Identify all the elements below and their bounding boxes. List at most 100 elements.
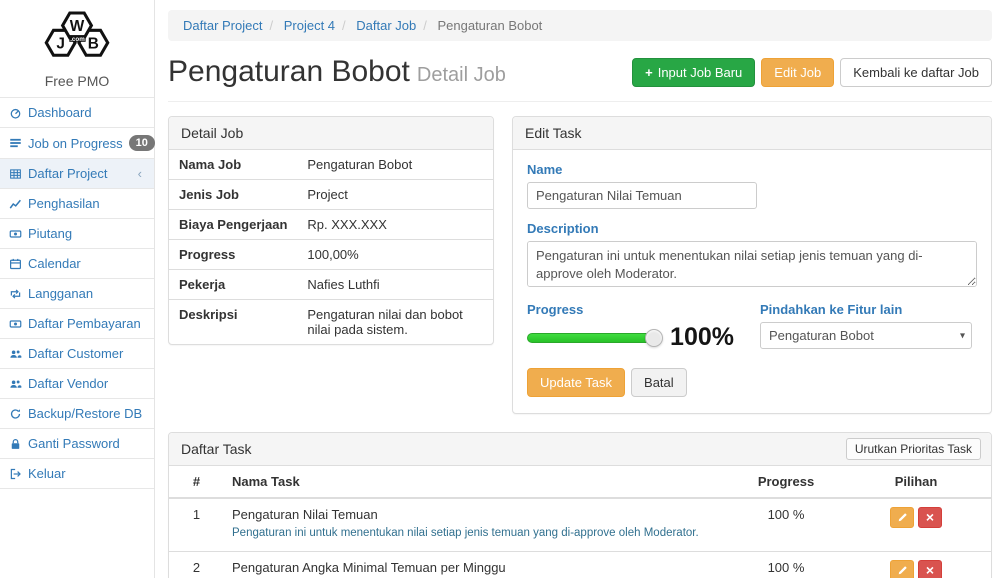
page-subtitle: Detail Job bbox=[417, 64, 506, 86]
name-label: Name bbox=[527, 162, 977, 177]
refresh-icon bbox=[8, 407, 22, 420]
detail-label: Jenis Job bbox=[169, 180, 297, 210]
breadcrumb-current: Pengaturan Bobot bbox=[416, 18, 542, 33]
logo: J W B .com Free PMO bbox=[0, 0, 154, 97]
task-name: Pengaturan Nilai Temuan bbox=[232, 507, 723, 522]
delete-x-icon bbox=[926, 510, 934, 525]
task-table-header-row: # Nama Task Progress Pilihan bbox=[169, 466, 991, 498]
sign-out-icon bbox=[8, 467, 22, 480]
progress-slider-handle[interactable] bbox=[645, 329, 663, 347]
plus-icon: + bbox=[645, 65, 653, 80]
task-progress: 100 % bbox=[731, 498, 841, 551]
daftar-task-panel-title: Daftar Task bbox=[181, 441, 252, 457]
column-header-name: Nama Task bbox=[224, 466, 731, 498]
jwb-logo-icon: J W B .com bbox=[29, 6, 125, 68]
page-header: Pengaturan BobotDetail Job + Input Job B… bbox=[168, 51, 992, 102]
edit-task-panel: Edit Task Name Description Pengaturan in… bbox=[512, 116, 992, 414]
table-row: Biaya Pengerjaan Rp. XXX.XXX bbox=[169, 210, 493, 240]
breadcrumb-daftar-project[interactable]: Daftar Project bbox=[183, 18, 262, 33]
edit-task-button[interactable] bbox=[890, 507, 914, 528]
task-num: 1 bbox=[169, 498, 224, 551]
sidebar-item-label: Daftar Vendor bbox=[28, 376, 108, 391]
delete-task-button[interactable] bbox=[918, 560, 942, 578]
update-task-button[interactable]: Update Task bbox=[527, 368, 625, 397]
sidebar-item-daftar-project[interactable]: Daftar Project ‹ bbox=[0, 159, 154, 189]
task-num: 2 bbox=[169, 551, 224, 578]
input-job-baru-button[interactable]: + Input Job Baru bbox=[632, 58, 755, 87]
detail-job-panel: Detail Job Nama Job Pengaturan Bobot Jen… bbox=[168, 116, 494, 345]
sidebar-item-daftar-vendor[interactable]: Daftar Vendor bbox=[0, 369, 154, 399]
edit-task-panel-title: Edit Task bbox=[513, 117, 991, 150]
delete-x-icon bbox=[926, 563, 934, 578]
job-count-badge: 10 bbox=[129, 135, 155, 151]
sidebar-item-label: Ganti Password bbox=[28, 436, 120, 451]
sidebar-item-label: Daftar Project bbox=[28, 166, 107, 181]
task-progress: 100 % bbox=[731, 551, 841, 578]
detail-value: Pengaturan Bobot bbox=[297, 150, 493, 180]
edit-task-button[interactable] bbox=[890, 560, 914, 578]
sidebar-item-piutang[interactable]: Piutang bbox=[0, 219, 154, 249]
sidebar-item-label: Daftar Customer bbox=[28, 346, 123, 361]
breadcrumb-daftar-job[interactable]: Daftar Job bbox=[335, 18, 416, 33]
delete-task-button[interactable] bbox=[918, 507, 942, 528]
detail-job-table: Nama Job Pengaturan Bobot Jenis Job Proj… bbox=[169, 150, 493, 344]
breadcrumb: Daftar Project Project 4 Daftar Job Peng… bbox=[168, 10, 992, 41]
table-row: 2 Pengaturan Angka Minimal Temuan per Mi… bbox=[169, 551, 991, 578]
main-content: Daftar Project Project 4 Daftar Job Peng… bbox=[155, 0, 1000, 578]
table-row: Nama Job Pengaturan Bobot bbox=[169, 150, 493, 180]
pencil-icon bbox=[897, 512, 908, 523]
move-feature-select[interactable]: Pengaturan Bobot bbox=[760, 322, 972, 349]
detail-value: Project bbox=[297, 180, 493, 210]
urutkan-prioritas-button-top[interactable]: Urutkan Prioritas Task bbox=[846, 438, 981, 460]
daftar-task-panel: Daftar Task Urutkan Prioritas Task # Nam… bbox=[168, 432, 992, 578]
kembali-button[interactable]: Kembali ke daftar Job bbox=[840, 58, 992, 87]
sidebar-item-label: Backup/Restore DB bbox=[28, 406, 142, 421]
users-icon bbox=[8, 347, 22, 360]
sidebar-item-dashboard[interactable]: Dashboard bbox=[0, 98, 154, 128]
batal-button[interactable]: Batal bbox=[631, 368, 687, 397]
sidebar-item-job-on-progress[interactable]: Job on Progress 10 bbox=[0, 128, 154, 159]
money-icon bbox=[8, 227, 22, 240]
logo-dotcom: .com bbox=[70, 36, 85, 43]
progress-label: Progress bbox=[527, 302, 734, 317]
sidebar-item-keluar[interactable]: Keluar bbox=[0, 459, 154, 489]
task-name-input[interactable] bbox=[527, 182, 757, 209]
table-row: Progress 100,00% bbox=[169, 240, 493, 270]
sidebar-item-label: Job on Progress bbox=[28, 136, 123, 151]
task-table: # Nama Task Progress Pilihan 1 Pengatura… bbox=[169, 466, 991, 578]
chevron-left-icon: ‹ bbox=[138, 166, 142, 181]
detail-value: Pengaturan nilai dan bobot nilai pada si… bbox=[297, 300, 493, 345]
sidebar-nav: Dashboard Job on Progress 10 Daftar Proj… bbox=[0, 97, 154, 489]
sidebar-item-label: Daftar Pembayaran bbox=[28, 316, 141, 331]
sidebar-item-penghasilan[interactable]: Penghasilan bbox=[0, 189, 154, 219]
detail-label: Nama Job bbox=[169, 150, 297, 180]
progress-slider-track bbox=[527, 333, 654, 343]
sidebar-item-ganti-password[interactable]: Ganti Password bbox=[0, 429, 154, 459]
sidebar-item-label: Keluar bbox=[28, 466, 66, 481]
sidebar-item-daftar-pembayaran[interactable]: Daftar Pembayaran bbox=[0, 309, 154, 339]
column-header-progress: Progress bbox=[731, 466, 841, 498]
task-description: Pengaturan ini untuk menentukan nilai se… bbox=[232, 525, 723, 543]
column-header-options: Pilihan bbox=[841, 466, 991, 498]
page-title: Pengaturan BobotDetail Job bbox=[168, 55, 506, 89]
table-row: Pekerja Nafies Luthfi bbox=[169, 270, 493, 300]
task-description-textarea[interactable]: Pengaturan ini untuk menentukan nilai se… bbox=[527, 241, 977, 287]
sidebar-item-label: Piutang bbox=[28, 226, 72, 241]
sidebar-item-calendar[interactable]: Calendar bbox=[0, 249, 154, 279]
column-header-num: # bbox=[169, 466, 224, 498]
sidebar-item-daftar-customer[interactable]: Daftar Customer bbox=[0, 339, 154, 369]
sidebar-item-label: Dashboard bbox=[28, 105, 92, 120]
breadcrumb-project-4[interactable]: Project 4 bbox=[262, 18, 335, 33]
progress-slider[interactable] bbox=[527, 333, 654, 343]
sidebar-item-langganan[interactable]: Langganan bbox=[0, 279, 154, 309]
task-list-icon bbox=[8, 137, 22, 150]
table-row: 1 Pengaturan Nilai Temuan Pengaturan ini… bbox=[169, 498, 991, 551]
sidebar-item-label: Calendar bbox=[28, 256, 81, 271]
detail-label: Progress bbox=[169, 240, 297, 270]
edit-job-button[interactable]: Edit Job bbox=[761, 58, 834, 87]
detail-value: Nafies Luthfi bbox=[297, 270, 493, 300]
sidebar-item-backup-restore[interactable]: Backup/Restore DB bbox=[0, 399, 154, 429]
logo-letter-b: B bbox=[88, 36, 99, 53]
sidebar-item-label: Langganan bbox=[28, 286, 93, 301]
header-buttons: + Input Job Baru Edit Job Kembali ke daf… bbox=[632, 58, 992, 87]
